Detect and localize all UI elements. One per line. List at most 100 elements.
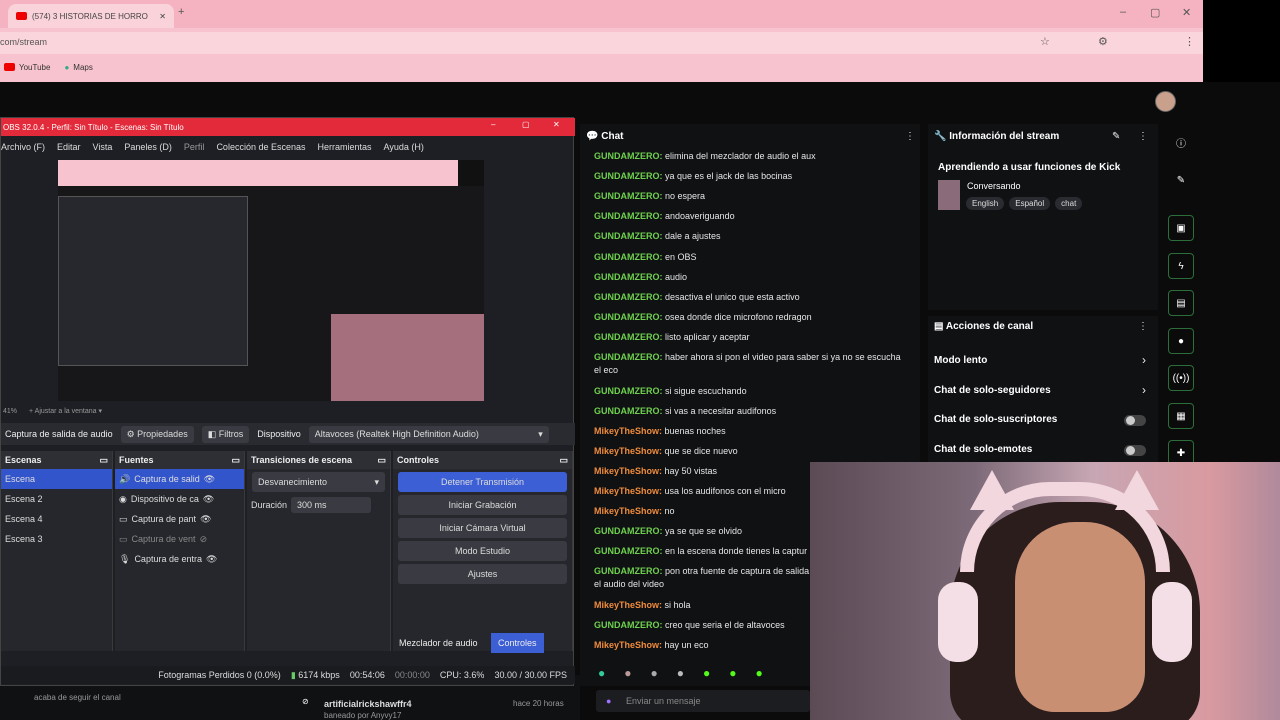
source-item[interactable]: ▭ Captura de vent ⊘ xyxy=(115,529,244,549)
source-item[interactable]: ▭ Captura de pant 👁 xyxy=(115,509,244,529)
chat-username[interactable]: GUNDAMZERO: xyxy=(594,546,663,556)
chat-input[interactable]: ● Enviar un mensaje xyxy=(596,690,810,712)
audio-mixer-tab[interactable]: Mezclador de audio xyxy=(399,638,478,648)
more-icon[interactable]: ⋮ xyxy=(905,131,915,142)
chat-username[interactable]: GUNDAMZERO: xyxy=(594,352,663,362)
source-item[interactable]: 🎙 Captura de entra 👁 xyxy=(115,549,244,569)
eye-icon[interactable]: 👁 xyxy=(200,514,211,525)
chat-username[interactable]: GUNDAMZERO: xyxy=(594,312,663,322)
emote-icon[interactable]: ● xyxy=(651,666,658,682)
close-window-icon[interactable]: ✕ xyxy=(1182,6,1191,19)
mic-icon[interactable]: ● xyxy=(606,696,611,706)
minimize-icon[interactable]: – xyxy=(1120,6,1126,18)
edit-icon[interactable]: ✎ xyxy=(1168,167,1194,193)
document-icon[interactable]: ▤ xyxy=(1168,290,1194,316)
device-select[interactable]: Altavoces (Realtek High Definition Audio… xyxy=(308,425,549,443)
bookmark-youtube[interactable]: YouTube xyxy=(4,63,50,72)
menu-icon[interactable]: ⋮ xyxy=(1184,35,1195,48)
chat-username[interactable]: GUNDAMZERO: xyxy=(594,620,663,630)
chat-username[interactable]: GUNDAMZERO: xyxy=(594,151,663,161)
avatar[interactable] xyxy=(1155,91,1176,112)
new-tab-icon[interactable]: + xyxy=(178,6,184,18)
chat-username[interactable]: GUNDAMZERO: xyxy=(594,211,663,221)
star-icon[interactable]: ☆ xyxy=(1040,35,1050,48)
emote-icon[interactable]: ● xyxy=(598,666,605,682)
tag-pill[interactable]: chat xyxy=(1055,197,1083,210)
emote-icon[interactable]: ● xyxy=(677,666,684,682)
edit-icon[interactable]: ✎ xyxy=(1112,131,1120,142)
menu-tools[interactable]: Herramientas xyxy=(318,142,372,152)
extension-icon[interactable]: ⚙ xyxy=(1098,35,1108,48)
chat-username[interactable]: MikeyTheShow: xyxy=(594,486,662,496)
stop-streaming-button[interactable]: Detener Transmisión xyxy=(398,472,567,492)
chat-username[interactable]: MikeyTheShow: xyxy=(594,506,662,516)
emote-icon[interactable]: ● xyxy=(729,666,736,682)
obs-preview[interactable] xyxy=(58,160,484,401)
chevron-right-icon[interactable]: › xyxy=(1142,383,1146,397)
more-icon[interactable]: ⋮ xyxy=(1138,131,1148,142)
menu-docks[interactable]: Paneles (D) xyxy=(124,142,172,152)
info-icon[interactable]: ⓘ xyxy=(1168,129,1194,155)
menu-scene-collection[interactable]: Colección de Escenas xyxy=(216,142,305,152)
chat-username[interactable]: GUNDAMZERO: xyxy=(594,272,663,282)
category-name[interactable]: Conversando xyxy=(967,181,1021,191)
chat-username[interactable]: GUNDAMZERO: xyxy=(594,332,663,342)
minimize-icon[interactable]: – xyxy=(491,120,495,129)
chat-username[interactable]: MikeyTheShow: xyxy=(594,600,662,610)
fit-dropdown[interactable]: + Ajustar a la ventana ▾ xyxy=(29,407,102,415)
subscribers-toggle[interactable] xyxy=(1124,415,1146,426)
chat-bubble-icon[interactable]: ● xyxy=(1168,328,1194,354)
eye-icon[interactable]: 👁 xyxy=(204,474,215,485)
menu-profile[interactable]: Perfil xyxy=(184,142,205,152)
dock-icon[interactable]: ▭ xyxy=(377,455,386,466)
chat-username[interactable]: GUNDAMZERO: xyxy=(594,171,663,181)
dock-icon[interactable]: ▭ xyxy=(231,455,240,466)
more-icon[interactable]: ⋮ xyxy=(1138,321,1148,332)
emote-icon[interactable]: ● xyxy=(756,666,763,682)
settings-button[interactable]: Ajustes xyxy=(398,564,567,584)
scene-item[interactable]: Escena 3 xyxy=(1,529,112,549)
close-icon[interactable]: ✕ xyxy=(553,120,560,129)
source-item[interactable]: 🔊 Captura de salid 👁 xyxy=(115,469,244,489)
emote-icon[interactable]: ● xyxy=(624,666,631,682)
chat-username[interactable]: MikeyTheShow: xyxy=(594,466,662,476)
controls-tab[interactable]: Controles xyxy=(491,633,544,653)
maximize-icon[interactable]: ▢ xyxy=(1150,6,1160,19)
layout-icon[interactable]: ▦ xyxy=(1168,403,1194,429)
start-recording-button[interactable]: Iniciar Grabación xyxy=(398,495,567,515)
url-text[interactable]: com/stream xyxy=(0,37,47,47)
scene-item[interactable]: Escena 4 xyxy=(1,509,112,529)
address-bar[interactable] xyxy=(0,32,1203,54)
chevron-right-icon[interactable]: › xyxy=(1142,353,1146,367)
filters-button[interactable]: ◧ Filtros xyxy=(201,425,250,443)
chat-username[interactable]: GUNDAMZERO: xyxy=(594,252,663,262)
bookmark-maps[interactable]: ● Maps xyxy=(64,63,92,72)
chat-username[interactable]: MikeyTheShow: xyxy=(594,426,662,436)
eye-icon[interactable]: 👁 xyxy=(203,494,214,505)
chat-username[interactable]: GUNDAMZERO: xyxy=(594,566,663,576)
chat-username[interactable]: GUNDAMZERO: xyxy=(594,386,663,396)
eye-icon[interactable]: 👁 xyxy=(206,554,217,565)
chat-username[interactable]: GUNDAMZERO: xyxy=(594,406,663,416)
transition-select[interactable]: Desvanecimiento ▾ xyxy=(252,472,385,492)
menu-file[interactable]: Archivo (F) xyxy=(1,142,45,152)
emote-icon[interactable]: ● xyxy=(703,666,710,682)
chat-username[interactable]: GUNDAMZERO: xyxy=(594,231,663,241)
duration-input[interactable]: 300 ms xyxy=(291,497,372,513)
chat-username[interactable]: MikeyTheShow: xyxy=(594,640,662,650)
clip-icon[interactable]: ▣ xyxy=(1168,215,1194,241)
slow-mode-item[interactable]: Modo lento xyxy=(934,355,987,366)
browser-tab[interactable]: (574) 3 HISTORIAS DE HORRO ✕ xyxy=(8,4,174,28)
menu-edit[interactable]: Editar xyxy=(57,142,81,152)
lightning-icon[interactable]: ϟ xyxy=(1168,253,1194,279)
chat-username[interactable]: GUNDAMZERO: xyxy=(594,292,663,302)
followers-chat-item[interactable]: Chat de solo-seguidores xyxy=(934,385,1051,396)
menu-help[interactable]: Ayuda (H) xyxy=(384,142,424,152)
emotes-toggle[interactable] xyxy=(1124,445,1146,456)
chat-username[interactable]: GUNDAMZERO: xyxy=(594,526,663,536)
menu-view[interactable]: Vista xyxy=(93,142,113,152)
source-item[interactable]: ◉ Dispositivo de ca 👁 xyxy=(115,489,244,509)
chat-username[interactable]: GUNDAMZERO: xyxy=(594,191,663,201)
tag-pill[interactable]: English xyxy=(966,197,1005,210)
eye-hidden-icon[interactable]: ⊘ xyxy=(200,534,208,545)
